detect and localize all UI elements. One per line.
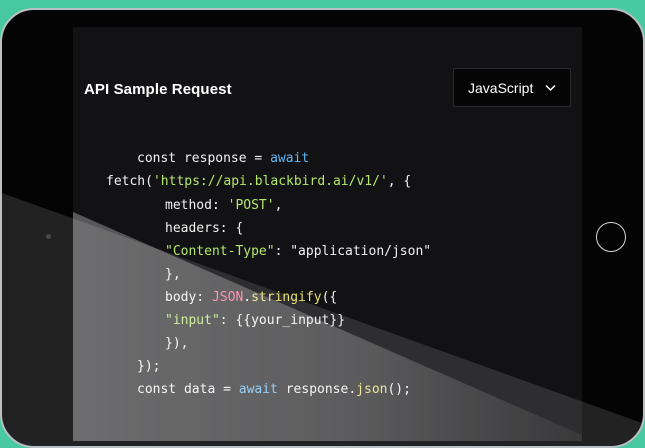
- panel-title: API Sample Request: [84, 81, 232, 98]
- code-line: },: [165, 266, 181, 284]
- code-line: fetch('https://api.blackbird.ai/v1/', {: [106, 173, 411, 191]
- language-select[interactable]: JavaScript: [453, 68, 571, 107]
- code-line: "input": {{your_input}}: [165, 312, 345, 330]
- code-token: "Content-Type": [165, 244, 275, 259]
- code-token: const data =: [137, 382, 239, 397]
- code-token: method:: [165, 198, 228, 213]
- chevron-down-icon: [545, 84, 556, 91]
- code-line: method: 'POST',: [165, 197, 282, 215]
- code-token: ();: [387, 382, 411, 397]
- code-token: .: [243, 290, 252, 305]
- code-line: body: JSON.stringify({: [165, 289, 337, 307]
- code-token: 'POST': [227, 198, 275, 213]
- code-line: });: [137, 358, 160, 376]
- home-button[interactable]: [596, 222, 626, 252]
- tablet-device: API Sample Request JavaScript const resp…: [0, 8, 645, 448]
- code-token: JSON: [211, 290, 244, 305]
- code-token: , {: [387, 174, 412, 189]
- code-token: ({: [321, 290, 338, 305]
- language-select-value: JavaScript: [468, 79, 534, 96]
- code-line: const data = await response.json();: [137, 381, 411, 399]
- code-token: const response =: [137, 151, 271, 166]
- code-token: ,: [274, 198, 283, 213]
- camera-dot: [46, 234, 51, 239]
- code-token: stringify: [251, 290, 322, 305]
- code-token: : "application/json": [274, 244, 432, 259]
- code-token: await: [238, 382, 278, 397]
- code-line: headers: {: [165, 220, 243, 238]
- code-token: "input": [165, 313, 220, 328]
- code-token: fetch(: [106, 174, 153, 189]
- code-token: await: [270, 151, 310, 166]
- code-line: const response = await: [137, 150, 309, 168]
- code-token: headers: {: [165, 221, 244, 236]
- code-token: json: [356, 382, 388, 397]
- code-token: },: [165, 267, 181, 282]
- code-line: }),: [165, 335, 188, 353]
- code-sample-panel: API Sample Request JavaScript const resp…: [73, 27, 582, 441]
- code-token: response.: [277, 382, 357, 397]
- code-line: "Content-Type": "application/json": [165, 243, 431, 261]
- code-token: : {{your_input}}: [219, 313, 346, 328]
- code-token: }),: [165, 336, 189, 351]
- code-token: 'https://api.blackbird.ai/v1/': [152, 174, 388, 189]
- code-token: });: [137, 359, 161, 374]
- code-token: body:: [165, 290, 212, 305]
